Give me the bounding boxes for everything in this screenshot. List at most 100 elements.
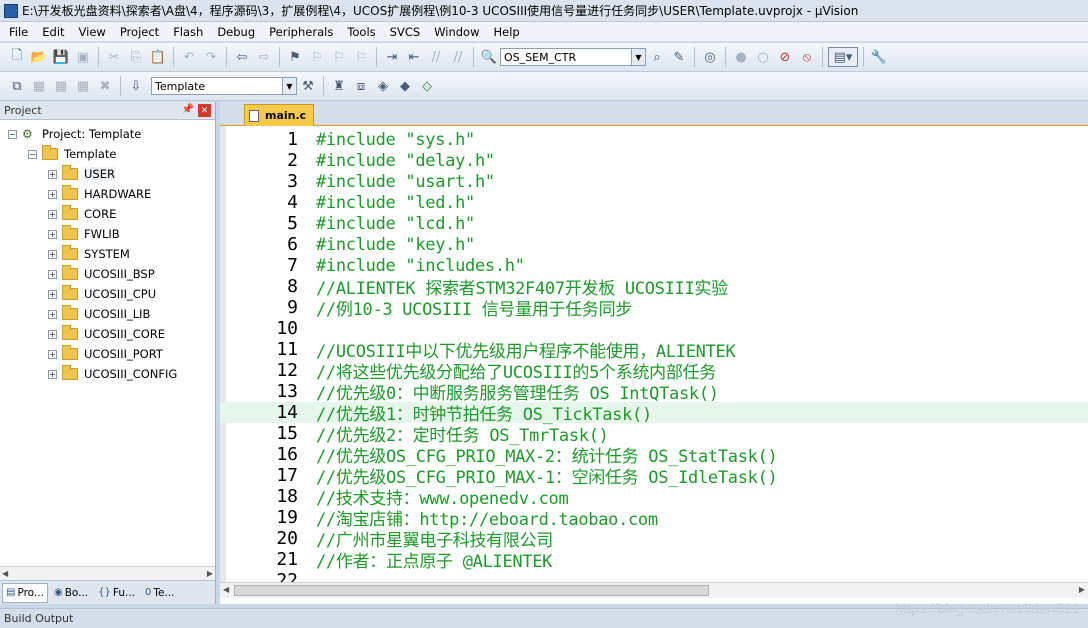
code-text-area[interactable]: 1 #include "sys.h" 2 #include "delay.h" 3 #in… (220, 126, 1088, 582)
uncomment-icon[interactable]: // (448, 47, 468, 67)
tree-group-ucosiii-lib[interactable]: + UCOSIII_LIB (0, 304, 215, 324)
unindent-icon[interactable]: ⇤ (404, 47, 424, 67)
menu-debug[interactable]: Debug (210, 22, 262, 42)
tab-project[interactable]: ▤ Pro... (2, 582, 48, 603)
redo-icon[interactable]: ↷ (201, 47, 221, 67)
code-line[interactable]: 13//优先级0：中断服务服务管理任务 OS_IntQTask() (220, 381, 1088, 404)
navigate-back-icon[interactable]: ⇦ (232, 47, 252, 67)
tree-group-ucosiii-port[interactable]: + UCOSIII_PORT (0, 344, 215, 364)
code-line[interactable]: 11//UCOSIII中以下优先级用户程序不能使用，ALIENTEK (220, 339, 1088, 362)
pin-icon[interactable]: 📌 (182, 104, 194, 117)
expand-icon[interactable]: + (48, 309, 57, 319)
code-line[interactable]: 12//将这些优先级分配给了UCOSIII的5个系统内部任务 (220, 360, 1088, 383)
code-line[interactable]: 19//淘宝店铺：http://eboard.taobao.com (220, 507, 1088, 530)
code-line[interactable]: 17//优先级OS_CFG_PRIO_MAX-1：空闲任务 OS_IdleTas… (220, 465, 1088, 488)
disable-all-breakpoints-icon[interactable]: ⦸ (797, 47, 817, 67)
code-line[interactable]: 7 #include "includes.h" (220, 255, 1088, 276)
tab-main-c[interactable]: main.c (244, 104, 314, 126)
prev-bookmark-icon[interactable]: ⚐ (307, 47, 327, 67)
scroll-right-icon[interactable]: ▶ (1079, 585, 1085, 594)
open-folder-icon[interactable]: 📂 (29, 47, 49, 67)
disable-breakpoint-icon[interactable]: ○ (753, 47, 773, 67)
code-line[interactable]: 2 #include "delay.h" (220, 150, 1088, 171)
menu-peripherals[interactable]: Peripherals (262, 22, 340, 42)
chevron-down-icon[interactable]: ▼ (282, 78, 296, 94)
tree-group-ucosiii-cpu[interactable]: + UCOSIII_CPU (0, 284, 215, 304)
undo-icon[interactable]: ↶ (179, 47, 199, 67)
code-line[interactable]: 4 #include "led.h" (220, 192, 1088, 213)
find-icon[interactable]: ⌕ (647, 47, 667, 67)
tree-root[interactable]: − ⚙ Project: Template (0, 124, 215, 144)
target-options-icon[interactable]: ⚒ (298, 76, 318, 96)
save-icon[interactable]: 💾 (51, 47, 71, 67)
code-line[interactable]: 3 #include "usart.h" (220, 171, 1088, 192)
find-combo[interactable]: OS_SEM_CTR ▼ (500, 48, 646, 66)
code-line[interactable]: 5 #include "lcd.h" (220, 213, 1088, 234)
menu-project[interactable]: Project (113, 22, 166, 42)
run-time-environment-icon[interactable]: ◇ (417, 76, 437, 96)
tab-books[interactable]: ◉ Bo... (50, 583, 92, 603)
tab-templates[interactable]: 0 Te... (141, 583, 178, 603)
file-extensions-icon[interactable]: ♜ (329, 76, 349, 96)
cut-icon[interactable]: ✂ (104, 47, 124, 67)
tree-group-ucosiii-core[interactable]: + UCOSIII_CORE (0, 324, 215, 344)
select-packs-icon[interactable]: ◈ (373, 76, 393, 96)
translate-icon[interactable]: ⧉ (7, 76, 27, 96)
batch-build-icon[interactable]: ▦ (73, 76, 93, 96)
close-icon[interactable]: ✕ (198, 104, 211, 117)
code-line[interactable]: 18//技术支持：www.openedv.com (220, 486, 1088, 509)
scroll-right-icon[interactable]: ▶ (207, 569, 213, 578)
code-line[interactable]: 8//ALIENTEK 探索者STM32F407开发板 UCOSIII实验 (220, 276, 1088, 299)
code-line[interactable]: 14//优先级1：时钟节拍任务 OS_TickTask() (220, 402, 1088, 425)
collapse-icon[interactable]: − (8, 129, 17, 139)
download-icon[interactable]: ⇩ (126, 76, 146, 96)
expand-icon[interactable]: + (48, 249, 57, 259)
build-output-label[interactable]: Build Output (4, 612, 73, 625)
expand-icon[interactable]: + (48, 189, 57, 199)
configure-icon[interactable]: 🔧 (869, 47, 889, 67)
menu-help[interactable]: Help (487, 22, 527, 42)
rebuild-icon[interactable]: ▦ (51, 76, 71, 96)
menu-flash[interactable]: Flash (166, 22, 210, 42)
menu-tools[interactable]: Tools (340, 22, 382, 42)
tree-target[interactable]: − Template (0, 144, 215, 164)
code-line[interactable]: 1 #include "sys.h" (220, 129, 1088, 150)
copy-icon[interactable]: ⎘ (126, 47, 146, 67)
clear-bookmarks-icon[interactable]: ⚐ (351, 47, 371, 67)
tree-group-system[interactable]: + SYSTEM (0, 244, 215, 264)
code-line[interactable]: 6 #include "key.h" (220, 234, 1088, 255)
incremental-find-icon[interactable]: ✎ (669, 47, 689, 67)
expand-icon[interactable]: + (48, 229, 57, 239)
menu-view[interactable]: View (72, 22, 113, 42)
collapse-icon[interactable]: − (28, 149, 37, 159)
code-line[interactable]: 10 (220, 318, 1088, 339)
scroll-left-icon[interactable]: ◀ (223, 585, 229, 594)
debug-session-icon[interactable]: ◎ (700, 47, 720, 67)
scrollbar-thumb[interactable] (234, 585, 709, 596)
paste-icon[interactable]: 📋 (148, 47, 168, 67)
project-panel-scrollbar[interactable]: ◀ ▶ (0, 566, 215, 580)
expand-icon[interactable]: + (48, 209, 57, 219)
menu-svcs[interactable]: SVCS (383, 22, 428, 42)
comment-icon[interactable]: // (426, 47, 446, 67)
target-combo[interactable]: Template ▼ (151, 77, 297, 95)
code-line[interactable]: 21 //作者：正点原子 @ALIENTEK (220, 549, 1088, 572)
new-file-icon[interactable]: 🗋 (7, 47, 27, 67)
tree-group-ucosiii-config[interactable]: + UCOSIII_CONFIG (0, 364, 215, 384)
expand-icon[interactable]: + (48, 289, 57, 299)
tree-group-fwlib[interactable]: + FWLIB (0, 224, 215, 244)
tree-group-user[interactable]: + USER (0, 164, 215, 184)
expand-icon[interactable]: + (48, 269, 57, 279)
menu-file[interactable]: File (2, 22, 35, 42)
tree-group-core[interactable]: + CORE (0, 204, 215, 224)
window-layout-icon[interactable]: ▤▾ (828, 47, 858, 67)
bookmark-icon[interactable]: ⚑ (285, 47, 305, 67)
breakpoint-icon[interactable]: ● (731, 47, 751, 67)
build-icon[interactable]: ▦ (29, 76, 49, 96)
scroll-left-icon[interactable]: ◀ (2, 569, 8, 578)
expand-icon[interactable]: + (48, 369, 57, 379)
next-bookmark-icon[interactable]: ⚐ (329, 47, 349, 67)
save-all-icon[interactable]: ▣ (73, 47, 93, 67)
code-line[interactable]: 9 //例10-3 UCOSIII 信号量用于任务同步 (220, 297, 1088, 320)
menu-window[interactable]: Window (427, 22, 486, 42)
